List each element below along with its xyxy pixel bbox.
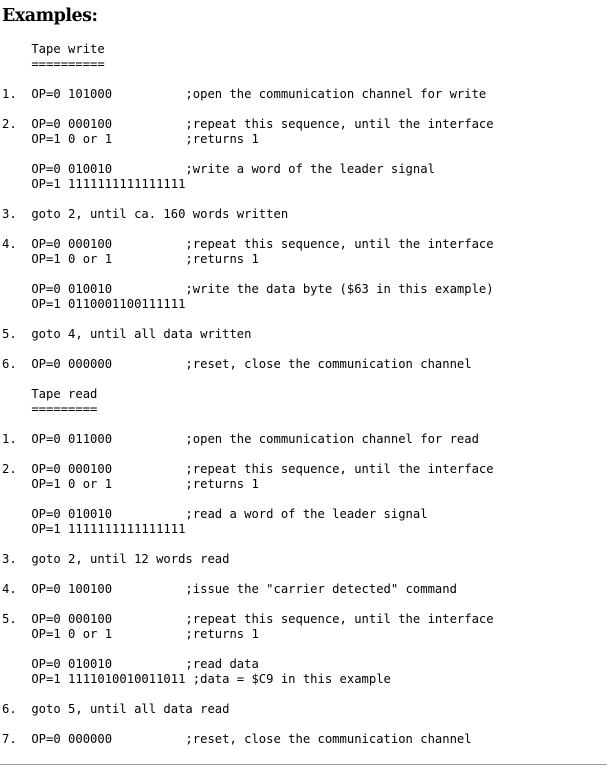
code-line: Tape read (2, 387, 98, 401)
code-line: OP=0 010010 ;read a word of the leader s… (2, 507, 428, 521)
page-heading: Examples: (2, 6, 98, 26)
code-line: 4. OP=0 000100 ;repeat this sequence, un… (2, 237, 494, 251)
code-line: OP=1 1111111111111111 (2, 522, 186, 536)
code-line: 4. OP=0 100100 ;issue the "carrier detec… (2, 582, 457, 596)
code-line: OP=1 1111010010011011 ;data = $C9 in thi… (2, 672, 391, 686)
code-listing: Tape write ========== 1. OP=0 101000 ;ope… (2, 42, 494, 747)
code-line: OP=1 0 or 1 ;returns 1 (2, 252, 259, 266)
code-line: OP=1 0 or 1 ;returns 1 (2, 132, 259, 146)
code-line: Tape write (2, 42, 105, 56)
code-line: OP=1 0 or 1 ;returns 1 (2, 627, 259, 641)
code-line: ========= (2, 402, 98, 416)
bottom-divider (0, 764, 607, 765)
code-line: 1. OP=0 101000 ;open the communication c… (2, 87, 487, 101)
code-line: 2. OP=0 000100 ;repeat this sequence, un… (2, 462, 494, 476)
code-line: 5. goto 4, until all data written (2, 327, 252, 341)
code-line: 6. OP=0 000000 ;reset, close the communi… (2, 357, 472, 371)
code-line: OP=1 0110001100111111 (2, 297, 186, 311)
code-line: OP=0 010010 ;write a word of the leader … (2, 162, 435, 176)
code-line: 1. OP=0 011000 ;open the communication c… (2, 432, 479, 446)
code-line: OP=0 010010 ;read data (2, 657, 259, 671)
code-line: OP=1 1111111111111111 (2, 177, 186, 191)
code-line: ========== (2, 57, 105, 71)
code-line: 7. OP=0 000000 ;reset, close the communi… (2, 732, 472, 746)
code-line: OP=1 0 or 1 ;returns 1 (2, 477, 259, 491)
code-line: OP=0 010010 ;write the data byte ($63 in… (2, 282, 494, 296)
code-line: 2. OP=0 000100 ;repeat this sequence, un… (2, 117, 494, 131)
code-line: 6. goto 5, until all data read (2, 702, 230, 716)
code-line: 3. goto 2, until 12 words read (2, 552, 230, 566)
code-line: 3. goto 2, until ca. 160 words written (2, 207, 289, 221)
code-line: 5. OP=0 000100 ;repeat this sequence, un… (2, 612, 494, 626)
